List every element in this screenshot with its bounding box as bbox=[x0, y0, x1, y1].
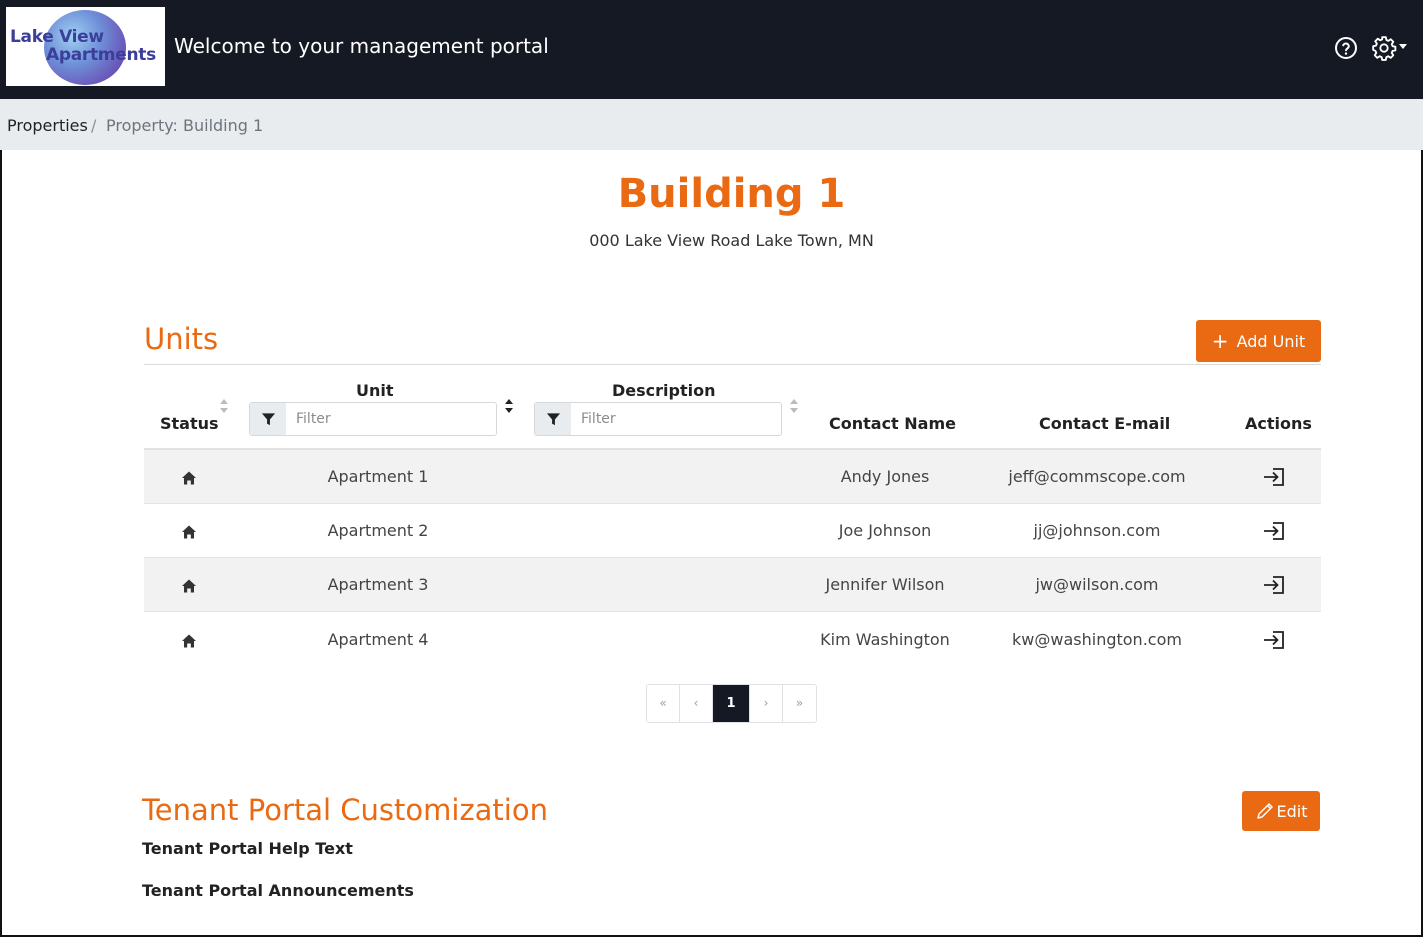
contact-name-cell: Joe Johnson bbox=[838, 521, 932, 540]
unit-cell: Apartment 4 bbox=[327, 630, 429, 649]
unit-cell: Apartment 3 bbox=[327, 575, 429, 594]
help-circle-icon[interactable] bbox=[1334, 36, 1358, 60]
status-cell bbox=[144, 450, 234, 504]
home-icon bbox=[182, 634, 196, 647]
status-cell bbox=[144, 504, 234, 558]
breadcrumb-current: Property: Building 1 bbox=[106, 116, 264, 135]
pagination-last-button[interactable]: » bbox=[783, 685, 816, 722]
sort-icon[interactable] bbox=[789, 398, 799, 414]
table-row[interactable]: Apartment 1 Andy Jones jeff@commscope.co… bbox=[144, 450, 1321, 504]
contact-email-cell: kw@washington.com bbox=[1012, 630, 1182, 649]
pagination-prev-button[interactable]: ‹ bbox=[680, 685, 713, 722]
sort-ascending-icon[interactable] bbox=[504, 398, 514, 414]
unit-filter-input[interactable] bbox=[288, 403, 494, 435]
column-header-status[interactable]: Status bbox=[160, 414, 219, 433]
property-address: 000 Lake View Road Lake Town, MN bbox=[589, 231, 874, 250]
tenant-portal-help-text-label: Tenant Portal Help Text bbox=[142, 839, 353, 858]
sign-in-icon[interactable] bbox=[1254, 613, 1294, 667]
add-unit-button[interactable]: + Add Unit bbox=[1196, 320, 1321, 362]
sort-icon[interactable] bbox=[219, 398, 229, 414]
contact-name-cell: Kim Washington bbox=[820, 630, 950, 649]
filter-icon-button[interactable] bbox=[250, 403, 286, 435]
edit-label: Edit bbox=[1276, 801, 1308, 821]
status-cell bbox=[144, 558, 234, 612]
sign-in-icon[interactable] bbox=[1254, 558, 1294, 612]
plus-icon: + bbox=[1211, 329, 1229, 353]
column-header-contact-name: Contact Name bbox=[829, 414, 956, 433]
logo-text-line1: Lake View bbox=[10, 27, 104, 47]
logo-text-line2: Apartments bbox=[46, 45, 156, 65]
unit-cell: Apartment 2 bbox=[327, 521, 429, 540]
welcome-message: Welcome to your management portal bbox=[174, 34, 549, 58]
home-icon bbox=[182, 525, 196, 538]
status-cell bbox=[144, 613, 234, 667]
table-row[interactable]: Apartment 2 Joe Johnson jj@johnson.com bbox=[144, 504, 1321, 558]
breadcrumb-separator: / bbox=[91, 116, 97, 135]
table-row[interactable]: Apartment 3 Jennifer Wilson jw@wilson.co… bbox=[144, 558, 1321, 612]
unit-cell: Apartment 1 bbox=[327, 467, 429, 486]
contact-name-cell: Jennifer Wilson bbox=[825, 575, 945, 594]
filter-icon-button[interactable] bbox=[535, 403, 571, 435]
contact-email-cell: jeff@commscope.com bbox=[1008, 467, 1186, 486]
add-unit-label: Add Unit bbox=[1236, 331, 1306, 351]
contact-email-cell: jw@wilson.com bbox=[1035, 575, 1159, 594]
section-divider bbox=[144, 364, 1321, 365]
pagination-first-button[interactable]: « bbox=[647, 685, 680, 722]
description-filter bbox=[534, 402, 782, 436]
units-section-title: Units bbox=[144, 322, 219, 356]
column-header-actions: Actions bbox=[1245, 414, 1312, 433]
tenant-portal-section-title: Tenant Portal Customization bbox=[142, 793, 548, 827]
contact-name-cell: Andy Jones bbox=[840, 467, 930, 486]
home-icon bbox=[182, 579, 196, 592]
page-title: Building 1 bbox=[617, 171, 846, 217]
column-header-contact-email: Contact E-mail bbox=[1039, 414, 1171, 433]
top-navbar: Lake View Apartments Welcome to your man… bbox=[0, 0, 1423, 99]
description-filter-input[interactable] bbox=[573, 403, 779, 435]
breadcrumb-properties-link[interactable]: Properties bbox=[7, 116, 88, 135]
pagination: « ‹ 1 › » bbox=[646, 684, 817, 723]
column-header-unit[interactable]: Unit bbox=[356, 381, 394, 400]
pencil-icon bbox=[1256, 803, 1273, 819]
filter-icon bbox=[261, 412, 275, 425]
edit-button[interactable]: Edit bbox=[1242, 791, 1320, 831]
pagination-next-button[interactable]: › bbox=[750, 685, 783, 722]
gear-icon[interactable] bbox=[1371, 35, 1397, 61]
home-icon bbox=[182, 471, 196, 484]
breadcrumb: Properties / Property: Building 1 bbox=[0, 99, 1423, 150]
pagination-page-1[interactable]: 1 bbox=[713, 685, 750, 722]
contact-email-cell: jj@johnson.com bbox=[1033, 521, 1161, 540]
filter-icon bbox=[546, 412, 560, 425]
sign-in-icon[interactable] bbox=[1254, 450, 1294, 504]
chevron-down-icon[interactable] bbox=[1399, 44, 1407, 50]
sign-in-icon[interactable] bbox=[1254, 504, 1294, 558]
column-header-description[interactable]: Description bbox=[612, 381, 715, 400]
unit-filter bbox=[249, 402, 497, 436]
logo[interactable]: Lake View Apartments bbox=[6, 7, 165, 86]
table-row[interactable]: Apartment 4 Kim Washington kw@washington… bbox=[144, 613, 1321, 667]
tenant-portal-announcements-label: Tenant Portal Announcements bbox=[142, 881, 414, 900]
